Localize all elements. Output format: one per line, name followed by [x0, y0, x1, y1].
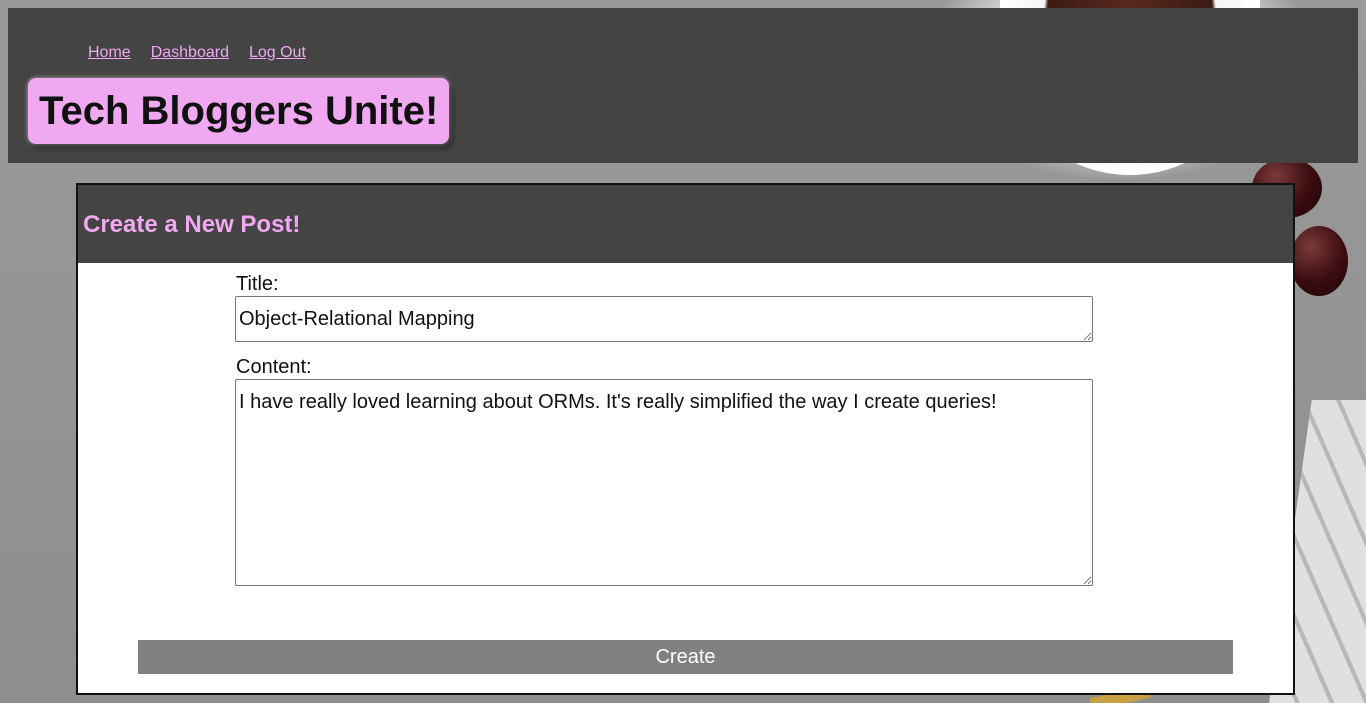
new-post-card: Create a New Post! Title: Object-Relatio… — [76, 183, 1295, 695]
nav-link-logout[interactable]: Log Out — [249, 44, 306, 62]
content-input[interactable]: I have really loved learning about ORMs.… — [235, 379, 1093, 586]
site-brand: Tech Bloggers Unite! — [28, 78, 450, 144]
content-label: Content: — [236, 356, 312, 378]
create-button[interactable]: Create — [138, 640, 1233, 674]
nav-link-dashboard[interactable]: Dashboard — [151, 44, 229, 62]
site-title: Tech Bloggers Unite! — [39, 88, 439, 133]
cherry-decoration — [1290, 226, 1348, 296]
nav-link-home[interactable]: Home — [88, 44, 131, 62]
site-header: Home Dashboard Log Out Tech Bloggers Uni… — [8, 8, 1358, 163]
title-label: Title: — [236, 273, 279, 295]
card-header: Create a New Post! — [78, 185, 1293, 263]
title-input[interactable]: Object-Relational Mapping — [235, 296, 1093, 342]
form-heading: Create a New Post! — [83, 211, 301, 238]
main-nav: Home Dashboard Log Out — [88, 44, 306, 62]
